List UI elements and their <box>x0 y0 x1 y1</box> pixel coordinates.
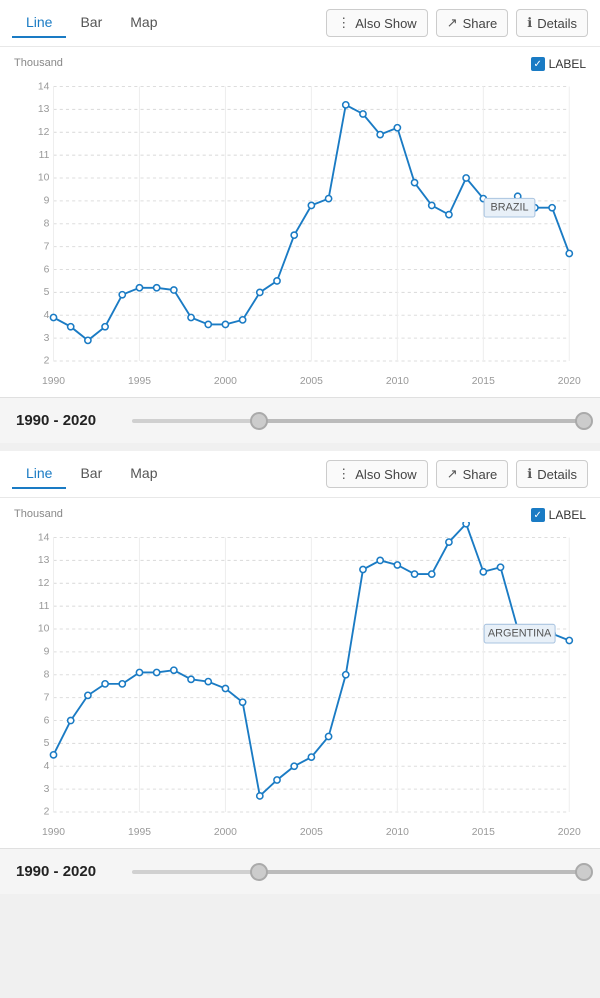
details-button-1[interactable]: ℹ Details <box>516 460 588 488</box>
svg-text:2015: 2015 <box>472 827 495 838</box>
also-show-button-1[interactable]: ⋮ Also Show <box>326 460 427 488</box>
svg-text:9: 9 <box>44 647 50 658</box>
grid-icon-0: ⋮ <box>337 15 350 31</box>
svg-text:1995: 1995 <box>128 376 151 387</box>
svg-text:10: 10 <box>38 173 50 184</box>
slider-handle-right-0[interactable] <box>575 412 593 430</box>
svg-text:2000: 2000 <box>214 827 237 838</box>
svg-text:4: 4 <box>44 310 50 321</box>
svg-text:2005: 2005 <box>300 827 323 838</box>
slider-fill-0 <box>259 419 584 423</box>
svg-text:BRAZIL: BRAZIL <box>491 202 529 214</box>
svg-text:2020: 2020 <box>558 376 581 387</box>
svg-text:7: 7 <box>44 692 50 703</box>
svg-text:3: 3 <box>44 333 50 344</box>
tab-line-0[interactable]: Line <box>12 8 66 38</box>
svg-text:3: 3 <box>44 784 50 795</box>
svg-text:6: 6 <box>44 264 50 275</box>
svg-text:4: 4 <box>44 761 50 772</box>
label-checkbox-0[interactable]: LABEL <box>531 57 586 71</box>
svg-text:8: 8 <box>44 670 50 681</box>
range-bar-1: 1990 - 2020 <box>0 848 600 894</box>
svg-text:12: 12 <box>38 127 50 138</box>
share-button-0[interactable]: ↗ Share <box>436 9 509 37</box>
checkbox-1[interactable] <box>531 508 545 522</box>
chart-area-0: Thousand LABEL 14 13 12 11 10 9 8 7 6 5 4 3 2 1990 199… <box>0 47 600 397</box>
tab-group-0: LineBarMap <box>12 8 172 38</box>
grid-icon-1: ⋮ <box>337 466 350 482</box>
also-show-label-0: Also Show <box>355 16 416 31</box>
svg-text:10: 10 <box>38 624 50 635</box>
share-icon-1: ↗ <box>447 466 458 482</box>
svg-text:2010: 2010 <box>386 376 409 387</box>
slider-handle-right-1[interactable] <box>575 863 593 881</box>
svg-text:14: 14 <box>38 81 50 92</box>
svg-text:13: 13 <box>38 555 50 566</box>
chart-container-0: LineBarMap ⋮ Also Show ↗ Share ℹ Details… <box>0 0 600 443</box>
svg-text:2: 2 <box>44 356 50 367</box>
svg-text:11: 11 <box>39 150 50 161</box>
svg-text:2010: 2010 <box>386 827 409 838</box>
svg-text:2015: 2015 <box>472 376 495 387</box>
tab-group-1: LineBarMap <box>12 459 172 489</box>
svg-text:6: 6 <box>44 715 50 726</box>
svg-text:5: 5 <box>44 287 50 298</box>
label-text-0: LABEL <box>549 57 586 71</box>
chart-svg: 14 13 12 11 10 9 8 7 6 5 4 3 2 1990 1995 2000 2005 2010 20… <box>10 522 590 843</box>
svg-text:7: 7 <box>44 241 50 252</box>
svg-text:14: 14 <box>38 532 50 543</box>
svg-text:2020: 2020 <box>558 827 581 838</box>
also-show-label-1: Also Show <box>355 467 416 482</box>
info-icon-0: ℹ <box>527 15 532 31</box>
svg-text:8: 8 <box>44 218 50 229</box>
details-label-1: Details <box>537 467 577 482</box>
range-bar-0: 1990 - 2020 <box>0 397 600 443</box>
chart-container-1: LineBarMap ⋮ Also Show ↗ Share ℹ Details… <box>0 451 600 894</box>
tab-bar-0[interactable]: Bar <box>66 8 116 38</box>
details-button-0[interactable]: ℹ Details <box>516 9 588 37</box>
y-axis-label-0: Thousand <box>14 57 590 69</box>
toolbar-0: LineBarMap ⋮ Also Show ↗ Share ℹ Details <box>0 0 600 47</box>
share-label-0: Share <box>463 16 498 31</box>
svg-text:5: 5 <box>44 738 50 749</box>
label-text-1: LABEL <box>549 508 586 522</box>
range-label-1: 1990 - 2020 <box>16 863 116 880</box>
chart-svg: 14 13 12 11 10 9 8 7 6 5 4 3 2 1990 1995 2000 2005 2010 20… <box>10 71 590 392</box>
svg-text:1995: 1995 <box>128 827 151 838</box>
chart-area-1: Thousand LABEL 14 13 12 11 10 9 8 7 6 5 4 3 2 1990 199… <box>0 498 600 848</box>
tab-bar-1[interactable]: Bar <box>66 459 116 489</box>
label-checkbox-1[interactable]: LABEL <box>531 508 586 522</box>
svg-text:11: 11 <box>39 601 50 612</box>
slider-fill-1 <box>259 870 584 874</box>
slider-track-1[interactable] <box>132 870 584 874</box>
svg-text:2000: 2000 <box>214 376 237 387</box>
tab-map-1[interactable]: Map <box>116 459 171 489</box>
svg-text:12: 12 <box>38 578 50 589</box>
checkbox-0[interactable] <box>531 57 545 71</box>
toolbar-1: LineBarMap ⋮ Also Show ↗ Share ℹ Details <box>0 451 600 498</box>
slider-track-0[interactable] <box>132 419 584 423</box>
slider-handle-left-0[interactable] <box>250 412 268 430</box>
share-button-1[interactable]: ↗ Share <box>436 460 509 488</box>
info-icon-1: ℹ <box>527 466 532 482</box>
svg-text:2005: 2005 <box>300 376 323 387</box>
also-show-button-0[interactable]: ⋮ Also Show <box>326 9 427 37</box>
svg-text:1990: 1990 <box>42 376 65 387</box>
svg-text:ARGENTINA: ARGENTINA <box>488 628 552 640</box>
slider-handle-left-1[interactable] <box>250 863 268 881</box>
share-icon-0: ↗ <box>447 15 458 31</box>
tab-line-1[interactable]: Line <box>12 459 66 489</box>
svg-text:2: 2 <box>44 807 50 818</box>
svg-text:9: 9 <box>44 196 50 207</box>
details-label-0: Details <box>537 16 577 31</box>
y-axis-label-1: Thousand <box>14 508 590 520</box>
svg-text:1990: 1990 <box>42 827 65 838</box>
share-label-1: Share <box>463 467 498 482</box>
range-label-0: 1990 - 2020 <box>16 412 116 429</box>
tab-map-0[interactable]: Map <box>116 8 171 38</box>
svg-text:13: 13 <box>38 104 50 115</box>
